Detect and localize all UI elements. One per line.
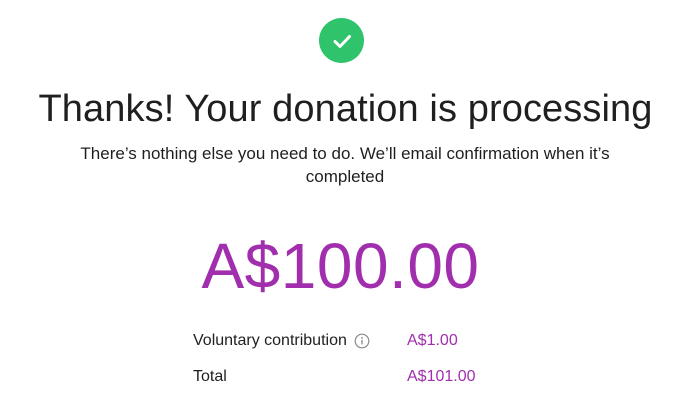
total-label: Total [193,368,227,385]
donation-amount: A$100.00 [201,230,480,302]
total-value: A$101.00 [407,368,476,385]
total-row: Total A$101.00 [193,365,513,389]
voluntary-contribution-value: A$1.00 [407,332,458,349]
voluntary-contribution-row: Voluntary contribution A$1.00 [193,329,513,353]
confirmation-message: There’s nothing else you need to do. We’… [80,144,610,186]
page-title: Thanks! Your donation is processing [38,88,653,130]
info-icon[interactable] [354,333,370,349]
total-label-group: Total [193,368,407,386]
voluntary-contribution-label-group: Voluntary contribution [193,332,407,350]
checkmark-icon [333,34,351,48]
check-circle-icon [319,18,364,63]
voluntary-contribution-label: Voluntary contribution [193,332,347,349]
